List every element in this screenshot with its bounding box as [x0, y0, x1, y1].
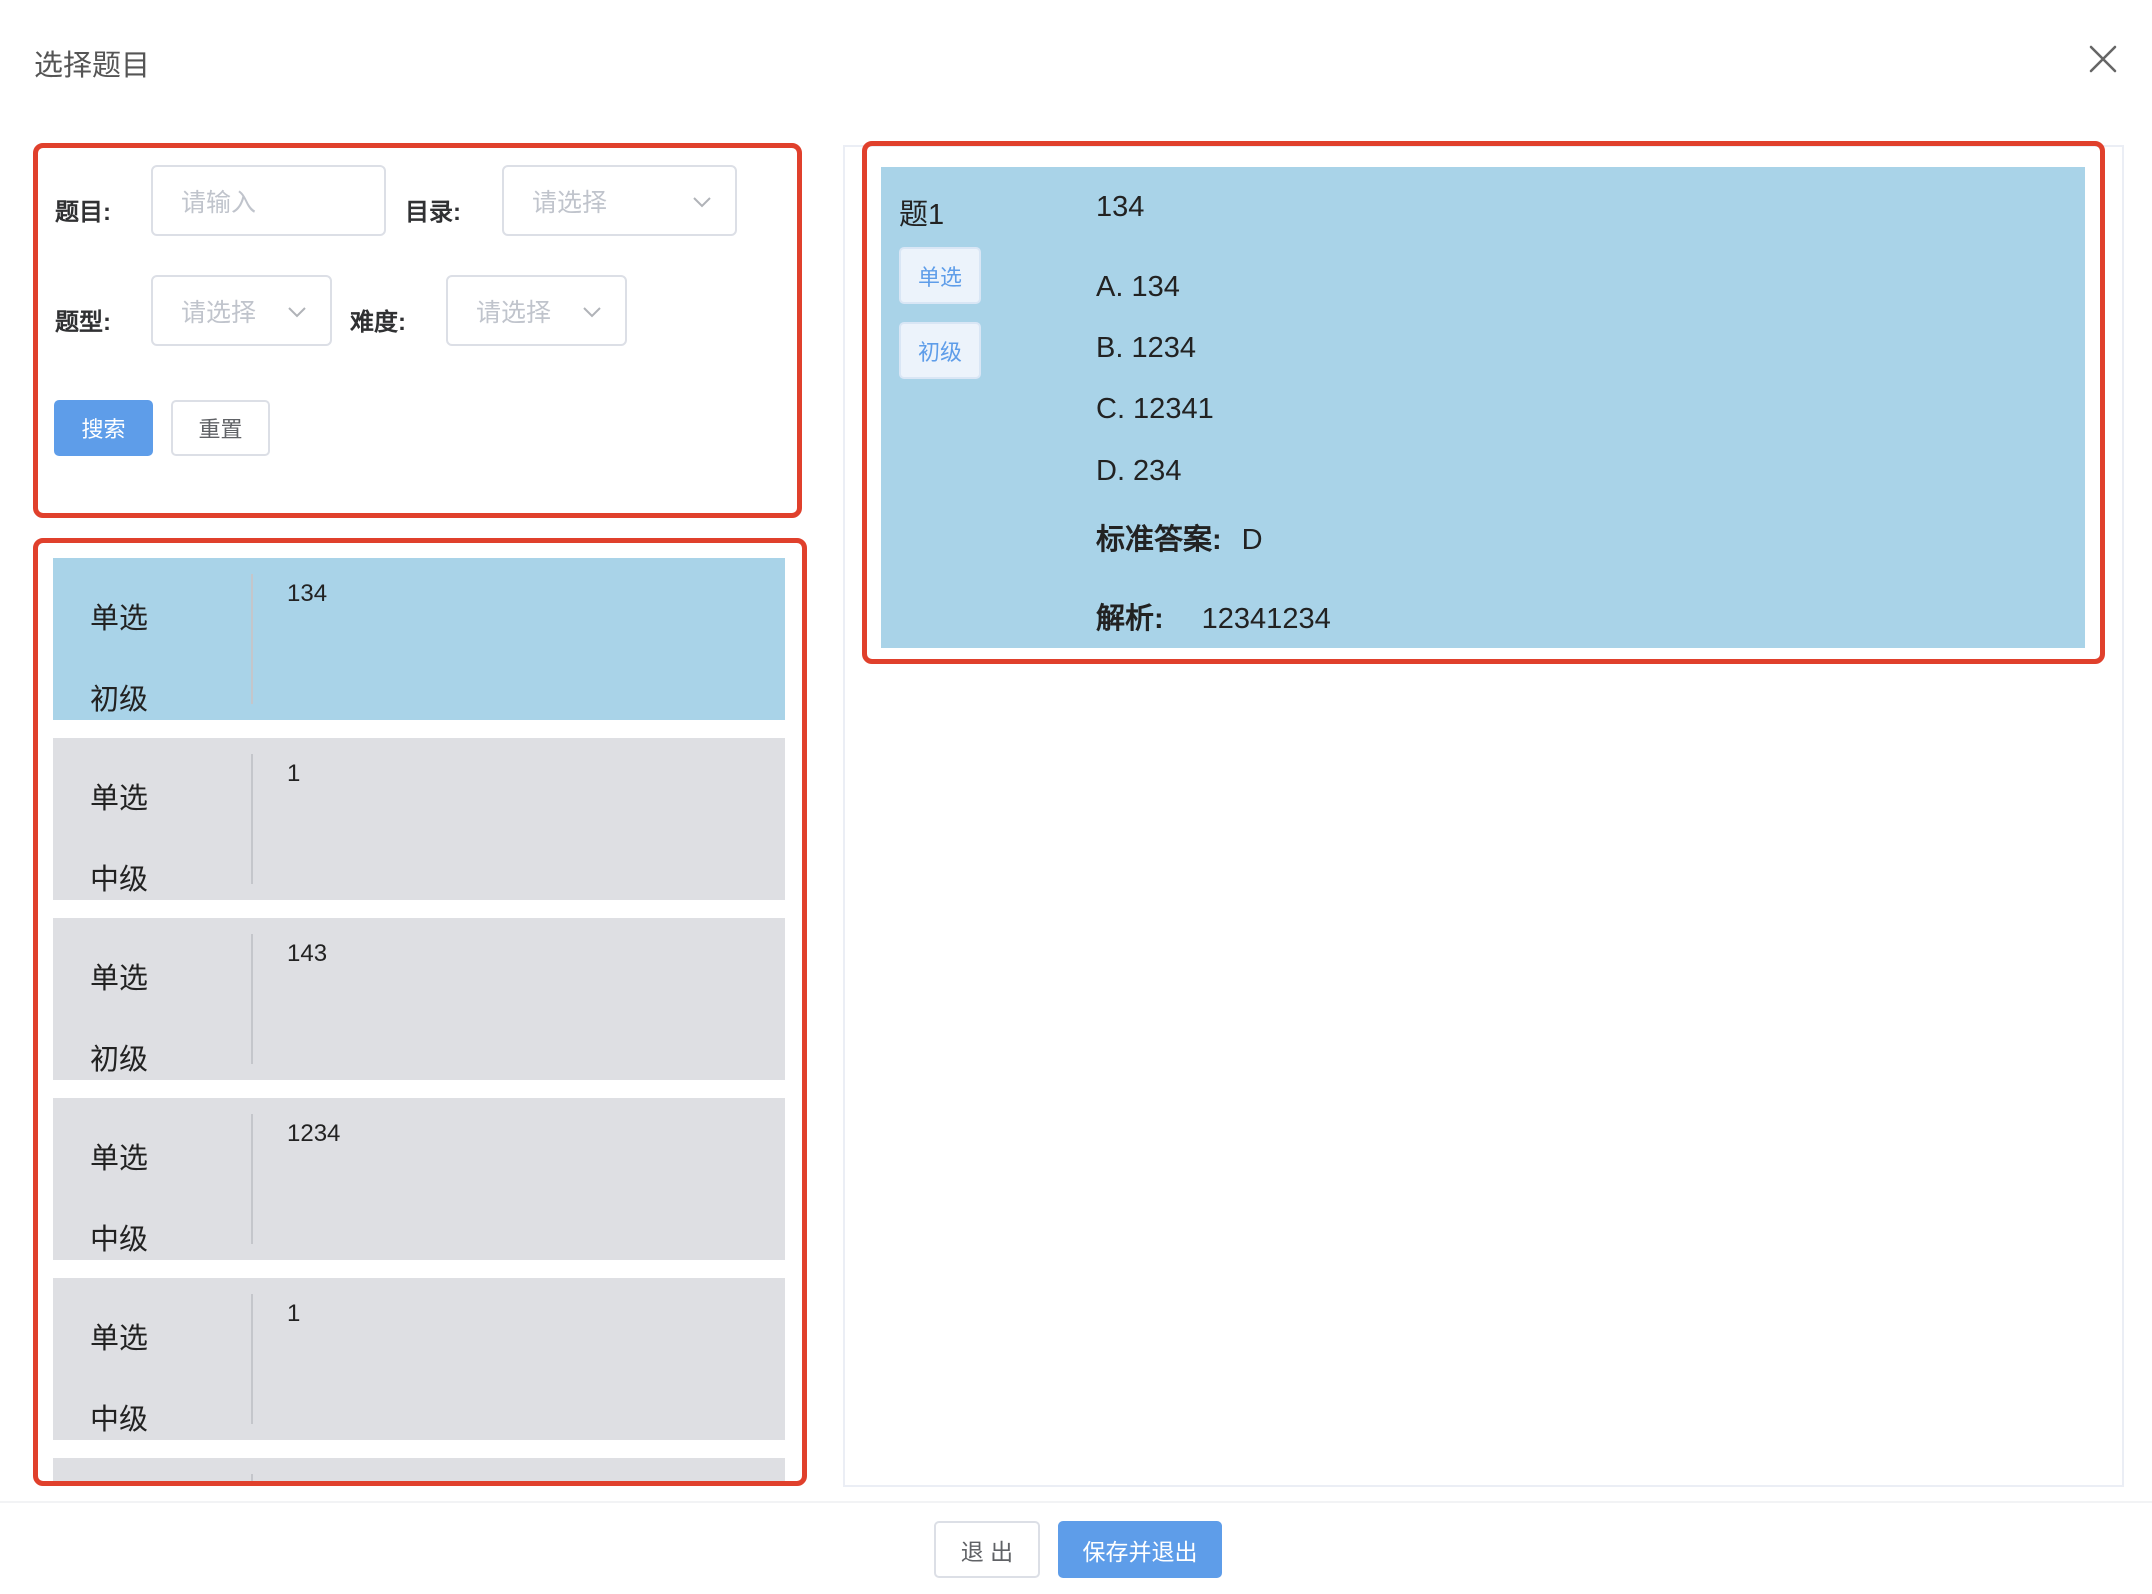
- search-button[interactable]: 搜索: [54, 400, 153, 456]
- save-and-exit-button[interactable]: 保存并退出: [1058, 1521, 1222, 1578]
- question-type: 单选: [90, 1482, 148, 1486]
- title-input[interactable]: 请输入: [151, 165, 386, 236]
- title-label: 题目:: [55, 199, 111, 226]
- question-stem: 1: [287, 760, 301, 787]
- option-c: C. 12341: [1096, 393, 1214, 425]
- item-divider: [251, 574, 253, 704]
- select-question-dialog: 选择题目 题目: 请输入 目录: 请选择 题型: 请选择 难度: 请选择 搜索 …: [0, 0, 2152, 1594]
- catalog-select-placeholder: 请选择: [532, 188, 608, 217]
- analysis: 解析: 12341234: [1096, 595, 1331, 637]
- question-level: 初级: [90, 1044, 149, 1076]
- answer-label: 标准答案:: [1096, 524, 1222, 556]
- difficulty-label: 难度:: [350, 309, 406, 336]
- question-list: 单选 初级 134 单选 中级 1 单选 初级 143 单选 中级 1234 单…: [33, 538, 807, 1486]
- filter-form: 题目: 请输入 目录: 请选择 题型: 请选择 难度: 请选择 搜索 重置: [33, 143, 802, 518]
- question-level: 中级: [90, 1224, 149, 1256]
- question-list-item[interactable]: 单选 123123: [53, 1458, 785, 1486]
- question-stem: 134: [1096, 191, 1145, 223]
- title-input-placeholder: 请输入: [181, 188, 257, 217]
- chevron-down-icon: [693, 197, 711, 208]
- question-level: 中级: [90, 864, 149, 896]
- type-select[interactable]: 请选择: [151, 275, 332, 346]
- level-tag: 初级: [899, 322, 981, 379]
- catalog-select[interactable]: 请选择: [502, 165, 737, 236]
- option-b: B. 1234: [1096, 332, 1196, 364]
- question-number: 题1: [899, 199, 945, 231]
- type-label: 题型:: [55, 309, 111, 336]
- item-divider: [251, 1294, 253, 1424]
- question-list-item[interactable]: 单选 中级 1: [53, 1278, 785, 1440]
- question-type: 单选: [90, 603, 149, 635]
- analysis-label: 解析:: [1096, 603, 1164, 635]
- dialog-title: 选择题目: [34, 50, 151, 82]
- question-type: 单选: [90, 783, 149, 815]
- chevron-down-icon: [583, 307, 601, 318]
- question-list-item[interactable]: 单选 初级 134: [53, 558, 785, 720]
- question-detail[interactable]: 题1 134 单选 初级 A. 134 B. 1234 C. 12341 D. …: [881, 167, 2085, 648]
- reset-button[interactable]: 重置: [171, 400, 270, 456]
- question-stem: 134: [287, 580, 328, 607]
- difficulty-select[interactable]: 请选择: [446, 275, 627, 346]
- question-stem: 1234: [287, 1120, 341, 1147]
- question-list-item[interactable]: 单选 中级 1234: [53, 1098, 785, 1260]
- item-divider: [251, 754, 253, 884]
- difficulty-select-placeholder: 请选择: [476, 298, 552, 327]
- type-tag: 单选: [899, 247, 981, 304]
- question-detail-card: 题1 134 单选 初级 A. 134 B. 1234 C. 12341 D. …: [862, 141, 2105, 664]
- question-stem: 123123: [287, 1480, 367, 1481]
- footer-divider: [0, 1501, 2152, 1503]
- question-level: 初级: [90, 684, 149, 716]
- item-divider: [251, 1474, 253, 1481]
- option-a: A. 134: [1096, 271, 1180, 303]
- question-level: 中级: [90, 1404, 149, 1436]
- answer-value: D: [1241, 524, 1263, 556]
- standard-answer: 标准答案: D: [1096, 516, 1263, 558]
- question-type: 单选: [90, 1323, 149, 1355]
- question-stem: 143: [287, 940, 328, 967]
- catalog-label: 目录:: [405, 199, 461, 226]
- type-select-placeholder: 请选择: [181, 298, 257, 327]
- item-divider: [251, 1114, 253, 1244]
- question-stem: 1: [287, 1300, 301, 1327]
- exit-button[interactable]: 退 出: [934, 1521, 1040, 1578]
- item-divider: [251, 934, 253, 1064]
- option-d: D. 234: [1096, 455, 1182, 487]
- close-icon[interactable]: [2088, 44, 2118, 74]
- question-type: 单选: [90, 1143, 149, 1175]
- chevron-down-icon: [288, 307, 306, 318]
- question-list-item[interactable]: 单选 初级 143: [53, 918, 785, 1080]
- question-type: 单选: [90, 963, 149, 995]
- question-list-item[interactable]: 单选 中级 1: [53, 738, 785, 900]
- analysis-value: 12341234: [1201, 603, 1331, 635]
